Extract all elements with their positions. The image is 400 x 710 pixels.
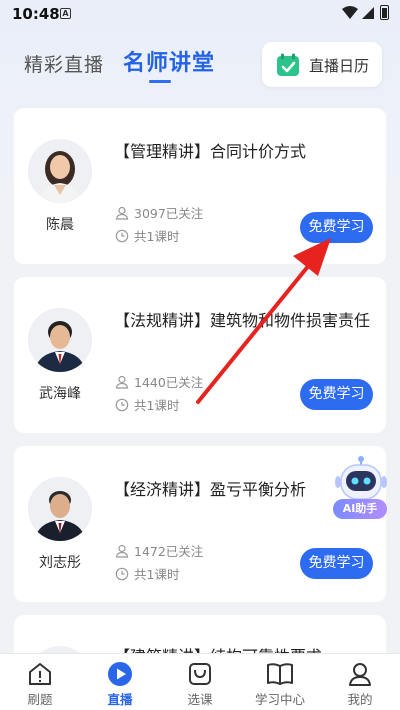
followers-row: 3097已关注 (115, 203, 203, 222)
active-tab-indicator (149, 80, 171, 83)
course-title[interactable]: 【管理精讲】合同计价方式 (114, 140, 382, 164)
tab-master[interactable]: 名师讲堂 (123, 45, 215, 77)
lessons-row: 共1课时 (115, 226, 179, 245)
nav-item-practice[interactable]: 刷题 (0, 654, 80, 710)
nav-label: 刷题 (27, 692, 53, 707)
free-study-button[interactable]: 免费学习 (300, 548, 373, 579)
clock-icon (115, 567, 129, 580)
lesson-count: 共1课时 (134, 398, 180, 413)
lesson-count: 共1课时 (134, 229, 180, 244)
book-icon (267, 663, 293, 685)
nav-item-mine[interactable]: 我的 (320, 654, 400, 710)
nav-label: 学习中心 (254, 692, 305, 707)
followers-count: 3097已关注 (134, 206, 204, 221)
person-icon (115, 544, 129, 558)
notification-icon: A (60, 8, 71, 19)
course-card[interactable]: 陈晨 【管理精讲】合同计价方式 3097已关注 共1课时 免费学习 (14, 108, 386, 264)
home-alert-icon (29, 663, 51, 685)
teacher-avatar (28, 139, 92, 203)
followers-count: 1440已关注 (134, 375, 204, 390)
person-icon (115, 206, 129, 220)
robot-icon (335, 456, 387, 500)
user-icon (349, 663, 371, 686)
live-calendar-button[interactable]: 直播日历 (262, 42, 382, 87)
free-study-button[interactable]: 免费学习 (300, 212, 373, 243)
lesson-count: 共1课时 (134, 567, 180, 582)
teacher-avatar (28, 308, 92, 372)
free-study-button[interactable]: 免费学习 (300, 379, 373, 410)
lessons-row: 共1课时 (115, 395, 179, 414)
course-card[interactable]: 刘志彤 【经济精讲】盈亏平衡分析 1472已关注 共1课时 免费学习 (14, 446, 386, 602)
teacher-name: 陈晨 (46, 217, 74, 233)
nav-label: 直播 (107, 692, 133, 707)
status-time: 10:48 (12, 5, 60, 23)
followers-row: 1440已关注 (115, 372, 203, 391)
nav-label: 我的 (347, 692, 373, 707)
course-title[interactable]: 【法规精讲】建筑物和物件损害责任 (114, 309, 382, 333)
play-icon (108, 662, 132, 686)
teacher-name: 武海峰 (39, 386, 81, 402)
nav-item-courses[interactable]: 选课 (160, 654, 240, 710)
nav-label: 选课 (187, 692, 213, 707)
teacher-avatar (28, 477, 92, 541)
bottom-nav: 刷题 直播 选课 学习中心 我的 (0, 653, 400, 710)
cart-icon (189, 663, 211, 685)
ai-helper-button[interactable]: AI助手 (333, 455, 389, 521)
status-bar: 10:48 A (0, 0, 400, 28)
nav-item-study-center[interactable]: 学习中心 (240, 654, 320, 710)
clock-icon (115, 229, 129, 242)
battery-icon (380, 5, 389, 20)
tab-live[interactable]: 精彩直播 (24, 50, 104, 77)
calendar-icon (277, 53, 299, 76)
calendar-label: 直播日历 (309, 57, 370, 75)
followers-row: 1472已关注 (115, 541, 203, 560)
teacher-name: 刘志彤 (39, 555, 81, 571)
nav-item-live[interactable]: 直播 (80, 654, 160, 710)
wifi-icon (342, 6, 358, 19)
signal-icon (362, 7, 374, 19)
clock-icon (115, 398, 129, 411)
followers-count: 1472已关注 (134, 544, 204, 559)
person-icon (115, 375, 129, 389)
ai-helper-label: AI助手 (333, 499, 387, 519)
course-card[interactable]: 武海峰 【法规精讲】建筑物和物件损害责任 1440已关注 共1课时 免费学习 (14, 277, 386, 433)
lessons-row: 共1课时 (115, 564, 179, 583)
